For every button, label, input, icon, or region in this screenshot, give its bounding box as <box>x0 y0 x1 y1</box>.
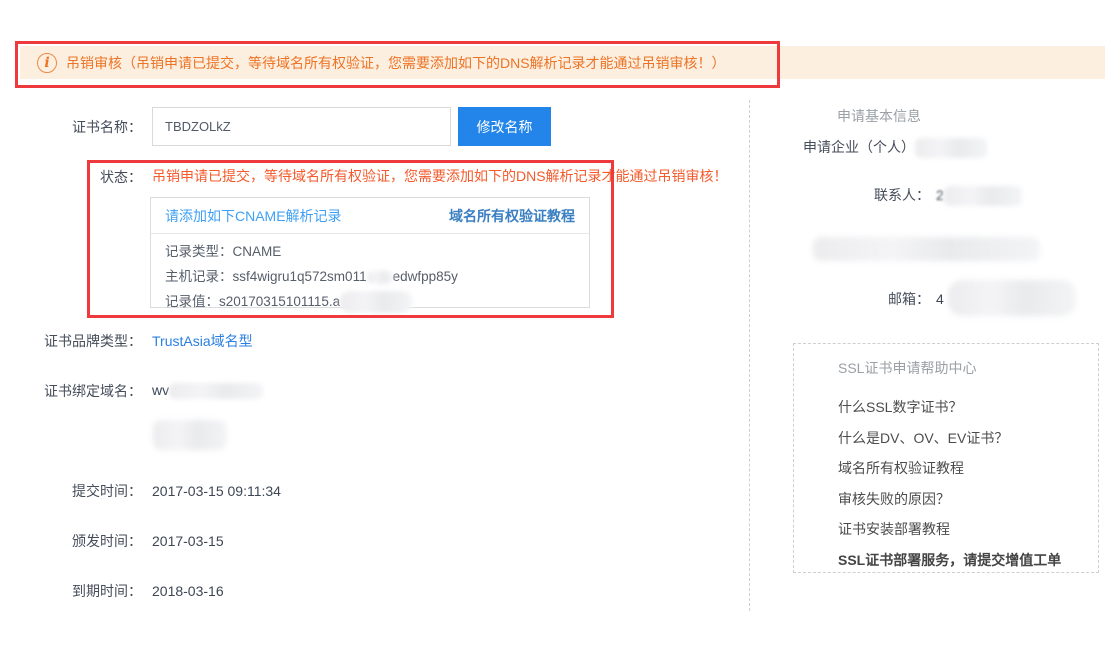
record-value-prefix: s20170315101115.a <box>219 294 340 309</box>
redacted-applicant <box>915 138 987 158</box>
applicant-row: 申请企业（个人） <box>803 137 987 158</box>
email-visible-prefix: 4 <box>936 291 944 307</box>
redacted-phone <box>813 237 1040 261</box>
rename-button[interactable]: 修改名称 <box>458 107 551 146</box>
host-record-row: 主机记录：ssf4wigru1q572sm011 edwfpp85y <box>165 264 575 289</box>
contact-label: 联系人： <box>790 185 930 205</box>
revoke-review-banner: i 吊销审核（吊销申请已提交，等待域名所有权验证，您需要添加如下的DNS解析记录… <box>20 46 1105 79</box>
expire-time-label: 到期时间： <box>0 581 142 601</box>
cname-record-box: 请添加如下CNAME解析记录 域名所有权验证教程 记录类型：CNAME 主机记录… <box>150 197 590 308</box>
status-text: 吊销申请已提交，等待域名所有权验证，您需要添加如下的DNS解析记录才能通过吊销审… <box>152 167 738 185</box>
brand-type-label: 证书品牌类型： <box>0 331 142 351</box>
info-icon: i <box>37 53 57 73</box>
help-link-deploy-service-ticket[interactable]: SSL证书部署服务，请提交增值工单 <box>838 545 1098 576</box>
record-value-label: 记录值： <box>165 294 219 309</box>
contact-value: 2 <box>936 185 1022 206</box>
submit-time-value: 2017-03-15 09:11:34 <box>152 481 281 501</box>
redacted-domain <box>169 383 263 399</box>
record-value-row: 记录值：s20170315101115.a <box>165 289 575 314</box>
email-value: 4 <box>936 289 944 309</box>
cert-name-label: 证书名称： <box>0 117 142 137</box>
cert-name-input[interactable] <box>152 107 451 146</box>
record-type-label: 记录类型： <box>165 244 233 259</box>
help-center-box: SSL证书申请帮助中心 什么SSL数字证书？ 什么是DV、OV、EV证书？ 域名… <box>793 343 1099 573</box>
help-link-install-tutorial[interactable]: 证书安装部署教程 <box>838 514 1098 545</box>
submit-time-label: 提交时间： <box>0 481 142 501</box>
host-record-value-suffix: edwfpp85y <box>393 269 458 284</box>
bound-domain-value: wv <box>152 380 263 400</box>
apply-info-title: 申请基本信息 <box>837 106 921 126</box>
help-link-review-fail-reason[interactable]: 审核失败的原因？ <box>838 484 1098 515</box>
help-link-dv-ov-ev[interactable]: 什么是DV、OV、EV证书？ <box>838 423 1098 454</box>
bound-domain-visible-prefix: wv <box>152 382 169 398</box>
status-label: 状态： <box>0 167 142 187</box>
help-links-list: 什么SSL数字证书？ 什么是DV、OV、EV证书？ 域名所有权验证教程 审核失败… <box>838 392 1098 575</box>
record-type-row: 记录类型：CNAME <box>165 239 575 264</box>
help-link-what-is-ssl[interactable]: 什么SSL数字证书？ <box>838 392 1098 423</box>
cname-box-body: 记录类型：CNAME 主机记录：ssf4wigru1q572sm011 edwfp… <box>151 234 589 314</box>
banner-text: 吊销审核（吊销申请已提交，等待域名所有权验证，您需要添加如下的DNS解析记录才能… <box>66 53 726 73</box>
redacted-contact <box>944 186 1022 206</box>
issue-time-label: 颁发时间： <box>0 531 142 551</box>
redacted-host-record-part <box>367 271 393 284</box>
applicant-label: 申请企业（个人） <box>803 139 915 155</box>
domain-verify-tutorial-link[interactable]: 域名所有权验证教程 <box>449 206 575 226</box>
contact-visible-prefix: 2 <box>936 187 944 203</box>
redacted-record-value-part <box>340 291 412 313</box>
content-sidebar-divider <box>749 100 750 611</box>
cname-box-title: 请添加如下CNAME解析记录 <box>165 206 342 226</box>
record-type-value: CNAME <box>233 244 282 259</box>
cname-box-header: 请添加如下CNAME解析记录 域名所有权验证教程 <box>151 198 589 234</box>
certificate-detail-page: i 吊销审核（吊销申请已提交，等待域名所有权验证，您需要添加如下的DNS解析记录… <box>0 0 1105 650</box>
redacted-email <box>948 280 1076 316</box>
host-record-label: 主机记录： <box>165 269 233 284</box>
bound-domain-label: 证书绑定域名： <box>0 381 142 401</box>
brand-type-link[interactable]: TrustAsia域名型 <box>152 331 253 351</box>
host-record-value-prefix: ssf4wigru1q572sm011 <box>233 269 367 284</box>
email-label: 邮箱： <box>790 289 930 309</box>
issue-time-value: 2017-03-15 <box>152 531 224 551</box>
expire-time-value: 2018-03-16 <box>152 581 224 601</box>
redacted-domain-2 <box>153 420 227 450</box>
help-link-domain-verify-tutorial[interactable]: 域名所有权验证教程 <box>838 453 1098 484</box>
help-center-title: SSL证书申请帮助中心 <box>838 358 1098 378</box>
